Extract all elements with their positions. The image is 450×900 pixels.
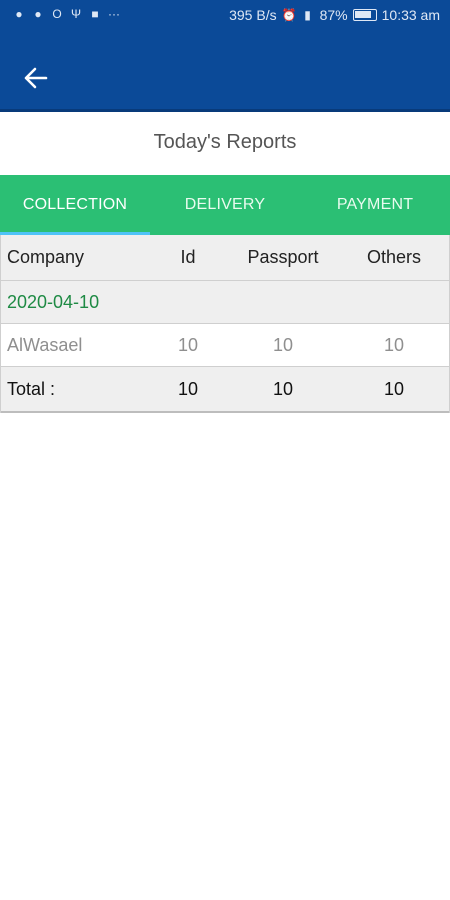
id-count: 10 [177,334,199,355]
opera-icon: O [52,7,62,21]
total-passport: 10 [272,378,294,399]
tab-collection[interactable]: COLLECTION [0,175,150,235]
battery-percent: 87% [319,7,348,23]
column-header-others: Others [366,247,422,267]
app-bar: ● ● O Ψ ■ ··· 395 B/s ⏰ ▮ 87% 10:33 am [0,0,450,112]
tab-delivery[interactable]: DELIVERY [150,175,300,235]
signal-icon: ▮ [304,8,311,22]
more-notifications-icon: ··· [108,7,120,21]
page-title: Today's Reports [153,131,297,153]
table-header: Company Id Passport Others [1,235,449,281]
report-date: 2020-04-10 [7,291,100,312]
total-others: 10 [383,378,405,399]
tab-payment[interactable]: PAYMENT [300,175,450,235]
system-icons: 395 B/s ⏰ ▮ 87% 10:33 am [229,7,440,23]
passport-count: 10 [272,334,294,355]
total-label: Total : [7,378,56,399]
others-count: 10 [383,334,405,355]
report-table: Company Id Passport Others 2020-04-10 Al… [0,235,450,413]
company-name: AlWasael [7,334,83,355]
date-row: 2020-04-10 [1,281,449,324]
column-header-passport: Passport [247,247,319,267]
total-row: Total : 10 10 10 [1,367,449,413]
chat-icon: ● [34,7,42,21]
arrow-left-icon [24,67,48,89]
status-bar: ● ● O Ψ ■ ··· 395 B/s ⏰ ▮ 87% 10:33 am [0,0,450,32]
facebook-icon: ■ [91,7,99,21]
notification-icons: ● ● O Ψ ■ ··· [12,7,121,21]
notification-dot-icon: ● [15,7,23,21]
table-row: AlWasael 10 10 10 [1,324,449,367]
alarm-icon: ⏰ [281,8,297,22]
back-button[interactable] [20,62,52,94]
network-speed: 395 B/s [229,7,277,23]
battery-icon [352,9,377,21]
report-tabs: COLLECTION DELIVERY PAYMENT [0,175,450,235]
total-id: 10 [177,378,199,399]
clock: 10:33 am [381,7,440,23]
usb-icon: Ψ [70,7,82,21]
column-header-id: Id [180,247,196,267]
column-header-company: Company [7,247,85,267]
